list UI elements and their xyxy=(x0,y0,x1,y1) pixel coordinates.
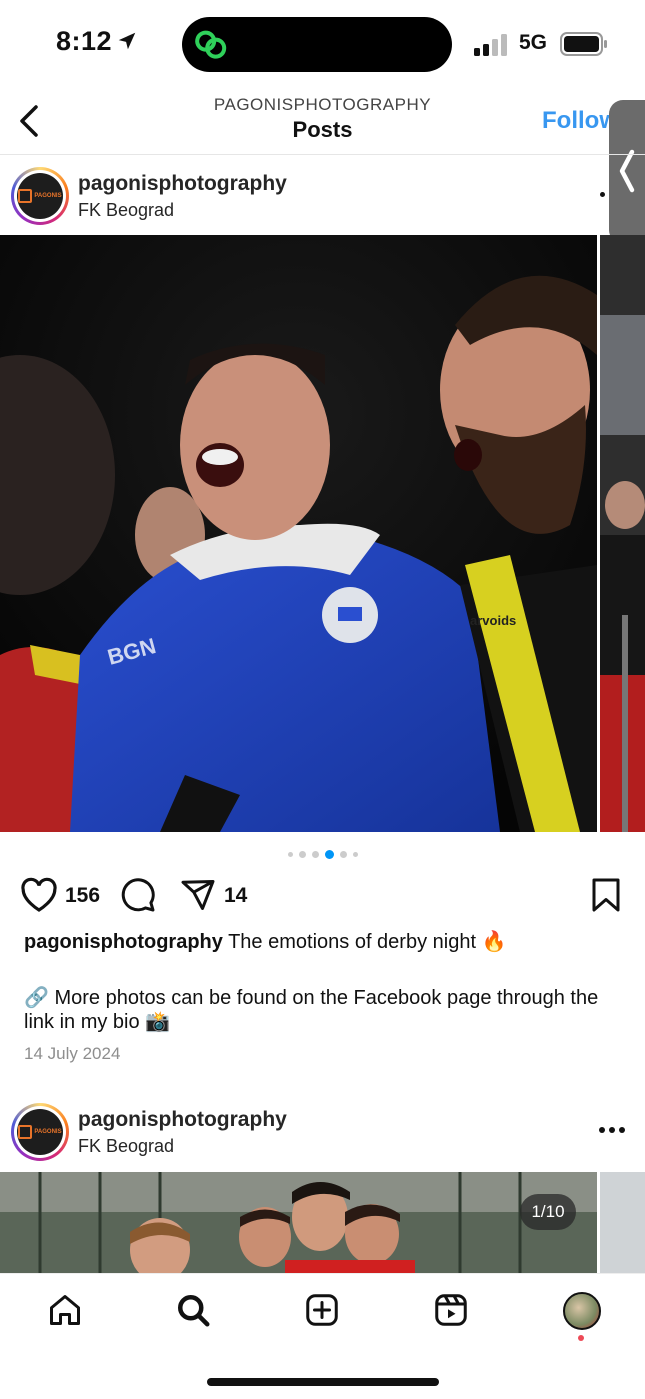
battery-icon xyxy=(560,32,607,56)
carousel-dot xyxy=(299,851,306,858)
carousel-dot xyxy=(353,852,358,857)
home-indicator xyxy=(207,1378,439,1386)
post-more-icon[interactable] xyxy=(600,192,605,197)
post-photo[interactable] xyxy=(0,1172,597,1273)
caption-username[interactable]: pagonisphotography xyxy=(24,931,223,953)
carousel-dot xyxy=(312,851,319,858)
caption-more: 🔗 More photos can be found on the Facebo… xyxy=(24,987,599,1033)
avatar[interactable]: PAGONIS xyxy=(11,167,69,225)
follow-button[interactable]: Follow xyxy=(542,107,618,135)
create-icon[interactable] xyxy=(304,1292,340,1328)
photo-illustration: BGN arvoids xyxy=(0,235,597,832)
carousel-dot xyxy=(288,852,293,857)
post-date: 14 July 2024 xyxy=(24,1044,121,1063)
link-icon xyxy=(195,30,227,59)
comment-icon[interactable] xyxy=(120,877,156,913)
location-arrow-icon xyxy=(118,32,136,50)
next-photo-illustration xyxy=(600,235,645,832)
home-icon[interactable] xyxy=(47,1292,83,1328)
photo-illustration xyxy=(0,1172,597,1273)
bookmark-icon[interactable] xyxy=(590,877,622,913)
caption-text: The emotions of derby night 🔥 xyxy=(228,931,507,953)
like-count[interactable]: 156 xyxy=(65,884,100,908)
heart-icon[interactable] xyxy=(20,877,58,913)
share-count: 14 xyxy=(224,884,248,907)
post-username[interactable]: pagonisphotography xyxy=(78,1108,287,1132)
share-icon[interactable] xyxy=(180,877,216,913)
next-photo-peek[interactable] xyxy=(600,235,645,832)
post-location[interactable]: FK Beograd xyxy=(78,200,174,221)
more-options-icon[interactable] xyxy=(598,1124,626,1136)
next-photo-peek[interactable] xyxy=(600,1172,645,1273)
post-caption: pagonisphotography The emotions of derby… xyxy=(24,930,624,954)
avatar-logo-text: PAGONIS xyxy=(34,1129,62,1135)
post-username[interactable]: pagonisphotography xyxy=(78,172,287,196)
post-photo[interactable]: BGN arvoids xyxy=(0,235,597,832)
status-time: 8:12 xyxy=(56,26,113,56)
carousel-indicator xyxy=(288,850,358,859)
signal-icon xyxy=(474,34,507,56)
carousel-dot-active xyxy=(325,850,334,859)
avatar[interactable]: PAGONIS xyxy=(11,1103,69,1161)
avatar-logo-text: PAGONIS xyxy=(34,193,62,199)
notification-dot xyxy=(578,1335,584,1341)
carousel-dot xyxy=(340,851,347,858)
svg-text:arvoids: arvoids xyxy=(470,613,516,628)
post-location[interactable]: FK Beograd xyxy=(78,1136,174,1157)
carousel-page-badge: 1/10 xyxy=(520,1194,576,1230)
reels-icon[interactable] xyxy=(433,1292,469,1328)
search-icon[interactable] xyxy=(175,1292,211,1328)
network-label: 5G xyxy=(519,31,548,54)
profile-avatar[interactable] xyxy=(563,1292,601,1330)
header-divider xyxy=(0,154,645,155)
